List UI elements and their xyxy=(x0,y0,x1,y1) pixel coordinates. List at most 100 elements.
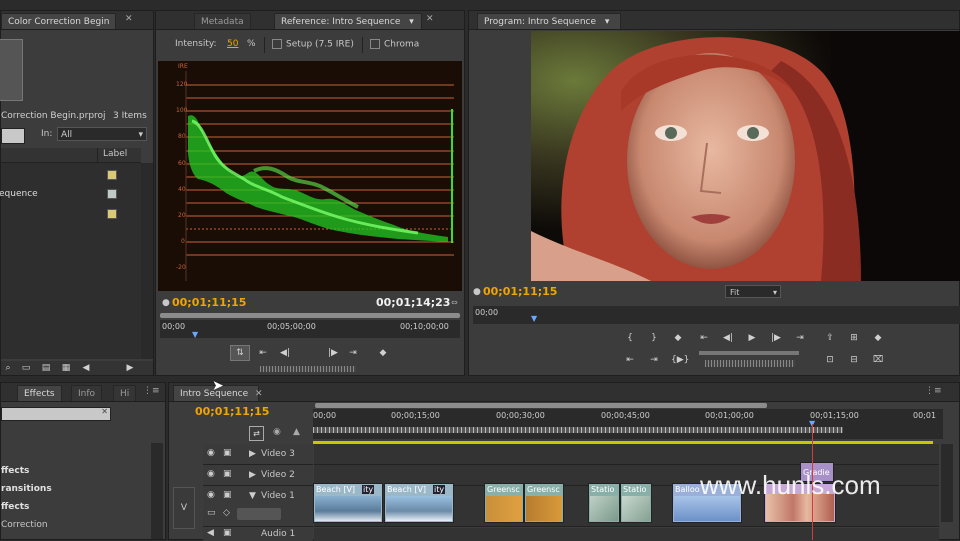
lock-track-icon[interactable]: ▣ xyxy=(223,490,232,500)
jog-shuttle[interactable] xyxy=(260,366,356,372)
program-ruler[interactable]: 00;00 ▼ xyxy=(473,306,960,324)
scroll-right-icon[interactable]: ▶ xyxy=(123,361,137,375)
marker-icon[interactable]: ◉ xyxy=(273,427,281,437)
close-icon[interactable]: ✕ xyxy=(255,389,263,399)
folder-icon[interactable]: ▭ xyxy=(19,361,33,375)
mark-out-icon[interactable]: } xyxy=(647,331,661,345)
reference-current-timecode[interactable]: 00;01;11;15 xyxy=(172,296,246,309)
bin-icon[interactable]: ▤ xyxy=(39,361,53,375)
step-back-icon[interactable]: ⇤ xyxy=(256,346,270,360)
step-back-icon[interactable]: ◀| xyxy=(721,331,735,345)
search-field[interactable] xyxy=(1,128,25,144)
playhead-icon[interactable]: ▼ xyxy=(192,330,198,339)
tab-program[interactable]: Program: Intro Sequence ▾ xyxy=(477,13,621,29)
keyframe-nav[interactable] xyxy=(237,508,281,520)
intensity-value[interactable]: 50 xyxy=(227,39,238,49)
mark-in-icon[interactable]: { xyxy=(623,331,637,345)
setup-checkbox[interactable]: Setup (7.5 IRE) xyxy=(272,39,354,50)
in-select[interactable]: All ▾ xyxy=(57,127,147,141)
export-frame-icon[interactable]: ⌧ xyxy=(871,353,885,367)
clip[interactable]: Greensc xyxy=(484,483,524,523)
snap-icon[interactable]: ⇄ xyxy=(249,426,264,441)
panel-menu-icon[interactable]: ⋮≡ xyxy=(925,386,942,396)
clip[interactable]: Beach [V] ity xyxy=(384,483,454,523)
lock-track-icon[interactable]: ▣ xyxy=(223,469,232,479)
tab-reference[interactable]: Reference: Intro Sequence ▾ xyxy=(274,13,422,29)
list-item[interactable]: ransitions xyxy=(1,484,52,494)
panel-menu-icon[interactable]: ⋮≡ xyxy=(143,386,160,396)
lift-icon[interactable]: ⇪ xyxy=(823,331,837,345)
go-to-next-edit-icon[interactable]: ⇥ xyxy=(647,353,661,367)
chroma-checkbox[interactable]: Chroma xyxy=(370,39,419,50)
extract-icon[interactable]: ⊞ xyxy=(847,331,861,345)
list-item[interactable]: Correction xyxy=(1,520,48,530)
scrollbar[interactable] xyxy=(941,444,953,522)
tab-metadata[interactable]: Metadata xyxy=(194,13,251,29)
reference-ruler[interactable]: 00;00 00;05;00;00 00;10;00;00 ▼ xyxy=(160,320,460,339)
zoom-scrollbar[interactable] xyxy=(160,313,460,318)
output-icon[interactable]: ◆ xyxy=(871,331,885,345)
program-current-timecode[interactable]: 00;01;11;15 xyxy=(483,285,557,298)
lane-audio1[interactable] xyxy=(314,528,939,541)
trim-icon[interactable]: ⊡ xyxy=(823,353,837,367)
list-item[interactable]: equence xyxy=(0,189,38,199)
speaker-icon[interactable]: ◀ xyxy=(207,528,214,538)
tab-effects[interactable]: Effects xyxy=(17,385,62,401)
step-forward-icon[interactable]: |▶ xyxy=(769,331,783,345)
go-to-in-icon[interactable]: ⇤ xyxy=(697,331,711,345)
zoom-select[interactable]: Fit ▾ xyxy=(725,285,781,298)
effects-search-input[interactable]: ✕ xyxy=(1,407,111,421)
source-patch-v[interactable]: V xyxy=(173,487,195,529)
lock-icon[interactable]: ▲ xyxy=(293,427,300,437)
play-in-to-out-icon[interactable]: {▶} xyxy=(671,353,689,367)
playhead-icon[interactable]: ▼ xyxy=(531,314,537,323)
safe-margins-icon[interactable]: ⊟ xyxy=(847,353,861,367)
close-icon[interactable]: ✕ xyxy=(125,14,133,24)
timeline-ruler[interactable]: 00;00 00;00;15;00 00;00;30;00 00;00;45;0… xyxy=(313,409,943,439)
expand-icon[interactable]: ▶ xyxy=(249,470,256,480)
chevron-down-icon[interactable]: ▾ xyxy=(409,17,414,27)
clip[interactable]: Greensc xyxy=(524,483,564,523)
go-to-out-icon[interactable]: ⇥ xyxy=(793,331,807,345)
work-area-bar[interactable] xyxy=(313,427,843,433)
lock-track-icon[interactable]: ▣ xyxy=(223,528,232,538)
list-item[interactable]: ffects xyxy=(1,502,29,512)
new-item-icon[interactable]: ▦ xyxy=(59,361,73,375)
settings-icon[interactable]: ⇔ xyxy=(451,298,458,307)
collapse-icon[interactable]: ▼ xyxy=(249,491,256,501)
scrollbar[interactable] xyxy=(151,443,163,539)
keyframe-icon[interactable]: ◇ xyxy=(223,508,230,518)
clip[interactable]: Statio xyxy=(588,483,620,523)
gang-icon[interactable]: ⇅ xyxy=(230,345,250,361)
zoom-scrollbar[interactable] xyxy=(315,403,767,408)
search-icon[interactable]: ⌕ xyxy=(1,361,15,375)
clip[interactable]: Beach [V] ity xyxy=(313,483,383,523)
close-icon[interactable]: ✕ xyxy=(426,14,434,24)
tab-project[interactable]: Color Correction Begin xyxy=(1,13,117,29)
tab-info[interactable]: Info xyxy=(71,385,103,401)
output-icon[interactable]: ◆ xyxy=(376,346,390,360)
chevron-down-icon[interactable]: ▾ xyxy=(605,17,610,27)
timeline-timecode[interactable]: 00;01;11;15 xyxy=(195,405,269,418)
step-forward-icon[interactable]: ⇥ xyxy=(346,346,360,360)
jog-shuttle[interactable] xyxy=(705,360,795,367)
eye-icon[interactable]: ◉ xyxy=(207,469,215,479)
shuttle-slider[interactable] xyxy=(699,351,799,355)
lane-video3[interactable] xyxy=(314,444,939,465)
frame-forward-icon[interactable]: |▶ xyxy=(326,346,340,360)
scroll-left-icon[interactable]: ◀ xyxy=(79,361,93,375)
frame-back-icon[interactable]: ◀| xyxy=(278,346,292,360)
marker-icon[interactable]: ◆ xyxy=(671,331,685,345)
clear-icon[interactable]: ✕ xyxy=(101,407,108,416)
scrollbar[interactable] xyxy=(141,163,153,359)
eye-icon[interactable]: ◉ xyxy=(207,490,215,500)
expand-icon[interactable]: ▶ xyxy=(249,449,256,459)
list-item[interactable]: ffects xyxy=(1,466,29,476)
tab-history[interactable]: Hi xyxy=(113,385,137,401)
go-to-previous-edit-icon[interactable]: ⇤ xyxy=(623,353,637,367)
label-column-header[interactable]: Label xyxy=(103,149,127,159)
play-icon[interactable]: ▶ xyxy=(745,331,759,345)
lock-track-icon[interactable]: ▣ xyxy=(223,448,232,458)
clip[interactable]: Statio xyxy=(620,483,652,523)
eye-icon[interactable]: ◉ xyxy=(207,448,215,458)
